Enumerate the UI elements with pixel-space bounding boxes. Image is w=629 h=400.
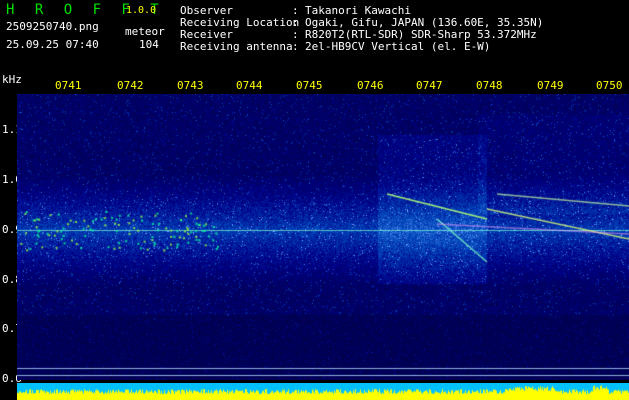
- x-tick-label: 0742: [117, 79, 144, 92]
- x-tick-label: 0749: [537, 79, 564, 92]
- x-tick-label: 0744: [236, 79, 263, 92]
- x-tick-label: 0741: [55, 79, 82, 92]
- spectrogram: [17, 94, 629, 380]
- x-tick-label: 0750: [596, 79, 623, 92]
- file-name: 2509250740.png: [6, 20, 99, 33]
- y-axis-unit: kHz: [2, 73, 22, 86]
- meteor-label: meteor: [125, 25, 165, 38]
- capture-datetime: 25.09.25 07:40: [6, 38, 99, 51]
- x-tick-label: 0745: [296, 79, 323, 92]
- meteor-count: 104: [139, 38, 159, 51]
- signal-level-bar: [17, 383, 629, 400]
- info-value-antenna: 2el-HB9CV Vertical (el. E-W): [305, 40, 491, 53]
- x-tick-label: 0743: [177, 79, 204, 92]
- info-key-antenna: Receiving antenna: [180, 40, 293, 53]
- info-sep-antenna: :: [292, 40, 299, 53]
- app-version: 1.0.0: [126, 5, 157, 16]
- x-tick-label: 0746: [357, 79, 384, 92]
- x-tick-label: 0748: [476, 79, 503, 92]
- x-tick-label: 0747: [416, 79, 443, 92]
